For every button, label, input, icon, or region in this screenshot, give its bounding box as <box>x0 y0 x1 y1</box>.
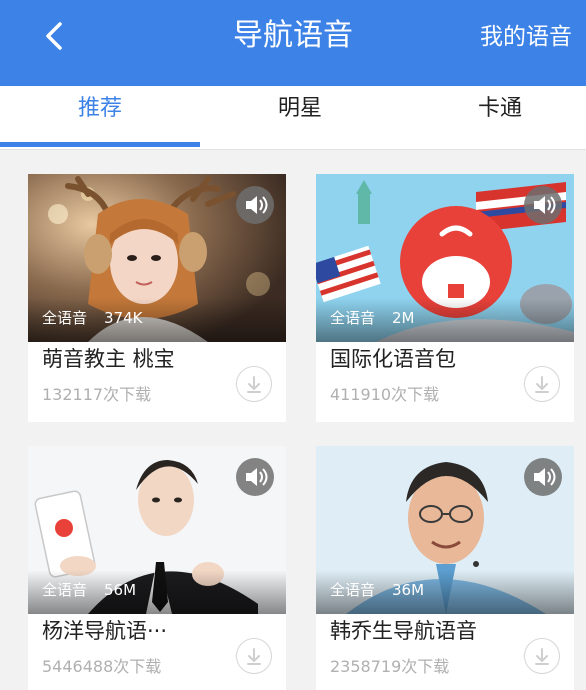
active-tab-indicator <box>0 142 200 147</box>
speaker-icon <box>246 468 268 486</box>
download-button[interactable] <box>524 638 560 674</box>
download-button[interactable] <box>236 366 272 402</box>
play-preview-button[interactable] <box>524 186 562 224</box>
tab-bar: 推荐 明星 卡通 <box>0 86 586 150</box>
download-count: 411910次下载 <box>330 385 440 404</box>
voice-cover-image: 全语音 374K <box>28 174 286 342</box>
voice-name: 韩乔生导航语音 <box>330 619 477 643</box>
back-button[interactable] <box>38 18 74 54</box>
voice-card[interactable]: 全语音 36M 韩乔生导航语音 2358719次下载 <box>316 446 574 690</box>
play-preview-button[interactable] <box>236 186 274 224</box>
voice-name: 杨洋导航语··· <box>42 619 168 643</box>
voice-cover-image: 全语音 2M <box>316 174 574 342</box>
nav-bar: 导航语音 我的语音 <box>0 0 586 86</box>
voice-card[interactable]: 全语音 56M 杨洋导航语··· 5446488次下载 <box>28 446 286 690</box>
play-preview-button[interactable] <box>524 458 562 496</box>
voice-type-tag: 全语音 <box>42 581 88 599</box>
download-icon <box>247 648 261 665</box>
voice-name: 国际化语音包 <box>330 347 456 371</box>
speaker-icon <box>534 196 556 214</box>
voice-card[interactable]: 全语音 374K 萌音教主 桃宝 132117次下载 <box>28 174 286 422</box>
download-count: 132117次下载 <box>42 385 152 404</box>
voice-name: 萌音教主 桃宝 <box>42 347 175 371</box>
chevron-left-icon <box>46 22 62 50</box>
download-button[interactable] <box>524 366 560 402</box>
voice-size: 36M <box>392 581 425 599</box>
speaker-icon <box>246 196 268 214</box>
voice-cover-image: 全语音 56M <box>28 446 286 614</box>
voice-size: 2M <box>392 309 415 327</box>
download-count: 5446488次下载 <box>42 657 162 676</box>
voice-size: 56M <box>104 581 137 599</box>
download-icon <box>535 648 549 665</box>
play-preview-button[interactable] <box>236 458 274 496</box>
voice-cover-image: 全语音 36M <box>316 446 574 614</box>
speaker-icon <box>534 468 556 486</box>
voice-type-tag: 全语音 <box>42 309 88 327</box>
tab-celebrity[interactable]: 明星 <box>200 86 400 150</box>
voice-type-tag: 全语音 <box>330 309 376 327</box>
tab-recommended[interactable]: 推荐 <box>0 86 200 150</box>
my-voice-link[interactable]: 我的语音 <box>480 20 572 54</box>
download-icon <box>535 376 549 393</box>
voice-type-tag: 全语音 <box>330 581 376 599</box>
tab-cartoon[interactable]: 卡通 <box>400 86 586 150</box>
download-button[interactable] <box>236 638 272 674</box>
voice-size: 374K <box>104 309 143 327</box>
download-count: 2358719次下载 <box>330 657 450 676</box>
voice-card[interactable]: 全语音 2M 国际化语音包 411910次下载 <box>316 174 574 422</box>
download-icon <box>247 376 261 393</box>
